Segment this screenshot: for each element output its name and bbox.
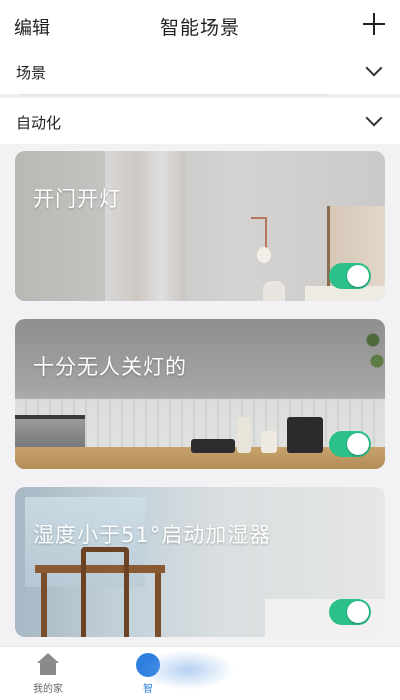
- automation-card-open-door-light[interactable]: 开门开灯: [15, 151, 385, 301]
- table-leg-image: [41, 573, 47, 637]
- toggle-knob: [347, 265, 369, 287]
- section-automation[interactable]: 自动化: [0, 98, 400, 144]
- toggle-knob: [347, 601, 369, 623]
- top-bar: 编辑 智能场景: [0, 0, 400, 50]
- lamp-bulb-image: [257, 247, 271, 263]
- automation-card-humidifier[interactable]: 湿度小于51°启动加湿器: [15, 487, 385, 637]
- automation-toggle[interactable]: [329, 263, 371, 289]
- tab-label: 我的家: [33, 684, 63, 695]
- tab-glow: [140, 650, 235, 690]
- home-icon: [35, 653, 61, 677]
- automation-name: 湿度小于51°启动加湿器: [33, 523, 272, 547]
- tab-my-home[interactable]: 我的家: [13, 653, 83, 695]
- page-title: 智能场景: [159, 17, 240, 39]
- jar-image: [261, 431, 277, 453]
- plant-image: [365, 319, 385, 389]
- toaster-image: [191, 439, 235, 453]
- automation-card-no-one-lights-off[interactable]: 十分无人关灯的: [15, 319, 385, 469]
- section-scene[interactable]: 场景: [0, 48, 400, 94]
- chevron-down-icon[interactable]: [365, 109, 383, 127]
- coffee-machine-image: [287, 417, 323, 453]
- vase-image: [263, 281, 285, 301]
- chair-image: [81, 547, 129, 637]
- automation-name: 开门开灯: [33, 187, 121, 211]
- automation-toggle[interactable]: [329, 431, 371, 457]
- plus-icon[interactable]: [362, 12, 386, 36]
- jar-image: [237, 417, 251, 453]
- toggle-knob: [347, 433, 369, 455]
- table-leg-image: [155, 573, 161, 637]
- automation-toggle[interactable]: [329, 599, 371, 625]
- section-scene-label: 场景: [16, 64, 47, 82]
- chevron-down-icon[interactable]: [365, 59, 383, 77]
- automation-name: 十分无人关灯的: [33, 355, 187, 379]
- curtain-image: [105, 151, 185, 301]
- section-automation-label: 自动化: [16, 114, 62, 132]
